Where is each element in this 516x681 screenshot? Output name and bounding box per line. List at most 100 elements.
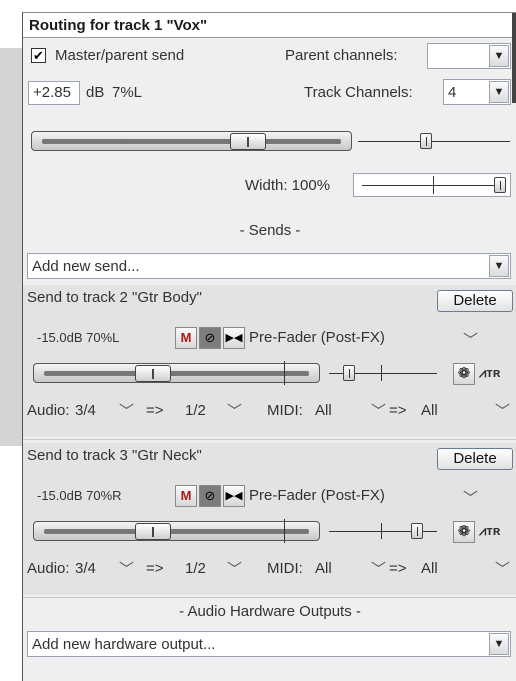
send-volume-slider[interactable] (33, 519, 320, 543)
send-panel-2: Send to track 3 "Gtr Neck" Delete -15.0d… (23, 443, 516, 595)
chevron-down-icon[interactable]: ﹀ (371, 558, 386, 579)
audio-label: Audio: (27, 402, 70, 419)
divider (23, 597, 516, 598)
window-edge (512, 13, 516, 103)
audio-dst[interactable]: 1/2 (185, 402, 206, 419)
send-pan-knob[interactable] (410, 523, 423, 539)
fx-circle-icon: ❁ (457, 365, 471, 382)
automation-mode-icon[interactable]: ⩘ᴛʀ (479, 365, 500, 381)
width-center-mark (433, 176, 434, 194)
pan-center-mark (381, 523, 382, 539)
send-mode[interactable]: Pre-Fader (Post-FX) (249, 329, 385, 346)
slider-knob[interactable] (229, 133, 266, 150)
pan-center-mark (381, 365, 382, 381)
chevron-down-icon: ▼ (489, 633, 509, 655)
chevron-down-icon[interactable]: ﹀ (119, 400, 134, 421)
mute-button[interactable]: M (175, 327, 197, 349)
master-send-checkbox[interactable]: ✔ (31, 48, 46, 63)
chevron-down-icon[interactable]: ﹀ (227, 400, 242, 421)
chevron-down-icon[interactable]: ﹀ (463, 329, 478, 350)
width-knob[interactable] (494, 177, 506, 193)
send-info: -15.0dB 70%L (37, 330, 120, 345)
fx-button[interactable]: ❁ (453, 363, 475, 385)
sends-header: - Sends - (239, 222, 301, 239)
window-title: Routing for track 1 "Vox" (23, 13, 516, 38)
chevron-down-icon[interactable]: ﹀ (495, 558, 510, 579)
master-pan-knob[interactable] (419, 133, 432, 149)
send-title: Send to track 3 "Gtr Neck" (27, 447, 202, 464)
chevron-down-icon[interactable]: ﹀ (119, 558, 134, 579)
background-panel (0, 48, 22, 446)
chevron-down-icon[interactable]: ﹀ (227, 558, 242, 579)
midi-dst[interactable]: All (421, 560, 438, 577)
master-send-label: Master/parent send (55, 47, 185, 64)
divider (23, 439, 516, 440)
chevron-down-icon[interactable]: ﹀ (371, 400, 386, 421)
unity-mark (284, 519, 285, 543)
width-label: Width: 100% (245, 177, 331, 194)
midi-label: MIDI: (267, 402, 303, 419)
db-label: dB (86, 84, 105, 101)
width-slider[interactable] (353, 173, 511, 197)
midi-label: MIDI: (267, 560, 303, 577)
fx-button[interactable]: ❁ (453, 521, 475, 543)
chevron-down-icon: ▼ (489, 81, 509, 103)
parent-channels-label: Parent channels: (285, 47, 398, 64)
mono-stereo-button[interactable]: ▶◀ (223, 327, 245, 349)
chevron-down-icon[interactable]: ﹀ (495, 400, 510, 421)
phase-invert-icon: ⊘ (204, 330, 216, 345)
track-channels-label: Track Channels: (304, 84, 413, 101)
midi-arrow: => (389, 402, 407, 419)
track-channels-select[interactable]: 4 ▼ (443, 79, 511, 105)
send-pan-knob[interactable] (343, 365, 356, 381)
add-send-select[interactable]: Add new send... ▼ (27, 253, 511, 279)
routing-window: Routing for track 1 "Vox" ✔ Master/paren… (22, 12, 516, 681)
midi-arrow: => (389, 560, 407, 577)
track-channels-value: 4 (448, 84, 457, 101)
hardware-outputs-header: - Audio Hardware Outputs - (179, 603, 361, 620)
send-mode[interactable]: Pre-Fader (Post-FX) (249, 487, 385, 504)
fx-circle-icon: ❁ (457, 523, 471, 540)
audio-arrow: => (146, 560, 164, 577)
automation-mode-icon[interactable]: ⩘ᴛʀ (479, 523, 500, 539)
slider-knob[interactable] (135, 365, 172, 382)
add-hardware-output-select[interactable]: Add new hardware output... ▼ (27, 631, 511, 657)
chevron-down-icon: ▼ (489, 45, 509, 67)
midi-dst[interactable]: All (421, 402, 438, 419)
width-track (362, 185, 502, 186)
delete-send-button[interactable]: Delete (437, 448, 513, 470)
midi-src[interactable]: All (315, 560, 332, 577)
master-pan-value: 7%L (112, 84, 143, 101)
parent-channels-select[interactable]: ▼ (427, 43, 511, 69)
chevron-down-icon[interactable]: ﹀ (463, 487, 478, 508)
delete-send-button[interactable]: Delete (437, 290, 513, 312)
add-send-placeholder: Add new send... (32, 258, 140, 275)
audio-dst[interactable]: 1/2 (185, 560, 206, 577)
mono-stereo-icon: ▶◀ (225, 490, 243, 502)
mono-stereo-button[interactable]: ▶◀ (223, 485, 245, 507)
send-info: -15.0dB 70%R (37, 488, 122, 503)
phase-invert-button[interactable]: ⊘ (199, 327, 221, 349)
mono-stereo-icon: ▶◀ (225, 332, 243, 344)
slider-groove (44, 529, 309, 534)
audio-arrow: => (146, 402, 164, 419)
mute-button[interactable]: M (175, 485, 197, 507)
pan-track (358, 141, 510, 142)
midi-src[interactable]: All (315, 402, 332, 419)
master-volume-input[interactable]: +2.85 (28, 81, 80, 105)
audio-src[interactable]: 3/4 (75, 560, 96, 577)
slider-groove (42, 139, 341, 144)
phase-invert-icon: ⊘ (204, 488, 216, 503)
phase-invert-button[interactable]: ⊘ (199, 485, 221, 507)
master-volume-slider[interactable] (31, 131, 352, 151)
send-title: Send to track 2 "Gtr Body" (27, 289, 202, 306)
send-panel-1: Send to track 2 "Gtr Body" Delete -15.0d… (23, 285, 516, 437)
add-hardware-output-placeholder: Add new hardware output... (32, 636, 216, 653)
send-volume-slider[interactable] (33, 361, 320, 385)
audio-src[interactable]: 3/4 (75, 402, 96, 419)
slider-groove (44, 371, 309, 376)
chevron-down-icon: ▼ (489, 255, 509, 277)
unity-mark (284, 361, 285, 385)
slider-knob[interactable] (135, 523, 172, 540)
audio-label: Audio: (27, 560, 70, 577)
